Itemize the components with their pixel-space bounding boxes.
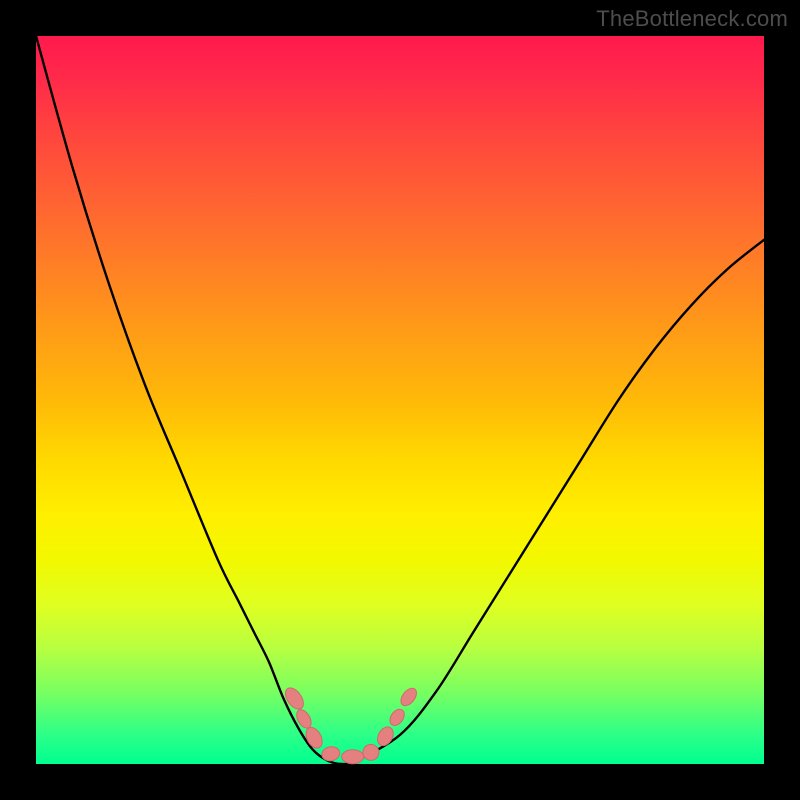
curve-marker [361,743,381,763]
curve-marker [374,724,396,748]
curve-marker [387,707,407,729]
plot-area [36,36,764,764]
curve-marker [282,685,307,713]
marker-group [282,685,420,764]
bottleneck-curve [36,36,764,764]
curve-marker [398,685,420,708]
curve-marker [342,750,364,764]
curve-svg [36,36,764,764]
chart-frame: TheBottleneck.com [0,0,800,800]
curve-marker [303,725,326,751]
watermark-text: TheBottleneck.com [596,6,788,32]
